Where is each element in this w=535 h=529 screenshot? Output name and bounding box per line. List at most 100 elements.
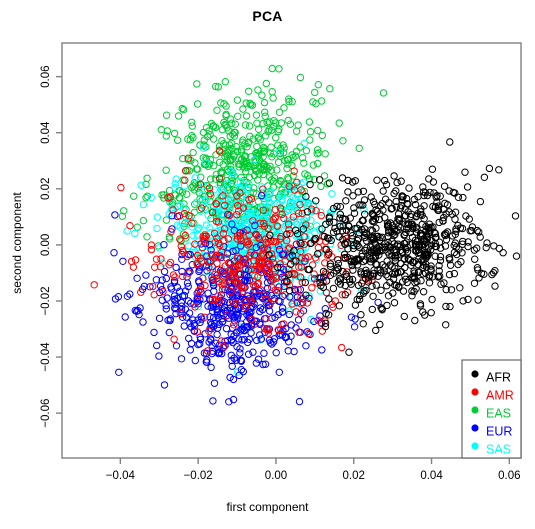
data-point-eas — [317, 97, 326, 105]
data-point-eas — [210, 135, 218, 143]
data-point-eas — [262, 79, 270, 88]
data-point-eas — [188, 118, 196, 127]
data-point-afr — [325, 295, 333, 303]
data-point-eas — [268, 88, 276, 96]
data-point-eur — [209, 397, 217, 405]
data-point-eas — [274, 158, 283, 167]
data-point-amr — [259, 185, 267, 193]
data-point-eas — [254, 86, 262, 94]
x-axis-label: first component — [226, 500, 309, 514]
data-point-eas — [335, 119, 343, 127]
data-point-eur — [254, 355, 263, 363]
data-point-eas — [239, 105, 247, 113]
data-point-afr — [377, 286, 385, 294]
x-tick-label: 0.04 — [420, 470, 443, 482]
data-point-eas — [292, 127, 301, 135]
data-point-eas — [191, 200, 199, 208]
data-point-eas — [286, 120, 295, 128]
data-point-eur — [133, 274, 141, 282]
data-point-eas — [252, 111, 261, 119]
y-tick-label: 0.00 — [40, 234, 52, 256]
data-point-afr — [393, 178, 401, 187]
data-point-afr — [485, 164, 494, 173]
data-point-afr — [399, 287, 408, 295]
data-point-afr — [476, 197, 485, 206]
data-point-eas — [296, 143, 304, 151]
data-point-eas — [221, 78, 230, 86]
data-point-afr — [445, 187, 453, 195]
data-point-eur — [247, 329, 255, 337]
data-point-amr — [131, 256, 140, 264]
data-point-eur — [272, 349, 280, 357]
data-point-eur — [162, 274, 171, 283]
data-point-eas — [242, 112, 251, 120]
data-point-eur — [172, 342, 181, 350]
data-point-eur — [347, 313, 356, 321]
data-point-sas — [328, 190, 336, 198]
data-point-eas — [193, 100, 202, 108]
data-point-eas — [157, 126, 166, 134]
data-point-afr — [480, 173, 489, 182]
data-point-eur — [153, 341, 161, 350]
data-point-eas — [302, 147, 311, 155]
data-point-afr — [474, 296, 482, 304]
data-point-afr — [379, 187, 387, 195]
data-point-eas — [311, 88, 319, 97]
data-point-sas — [158, 259, 167, 267]
data-point-eas — [339, 137, 347, 145]
data-point-eas — [275, 65, 283, 73]
y-tick-label: −0.04 — [40, 342, 52, 372]
data-point-afr — [512, 252, 521, 260]
y-axis-label: second component — [10, 192, 24, 294]
data-point-afr — [372, 281, 380, 289]
data-point-eas — [255, 125, 263, 134]
data-point-eas — [305, 118, 314, 126]
data-point-afr — [405, 184, 413, 192]
data-point-eas — [189, 148, 197, 157]
data-point-eas — [226, 115, 235, 123]
legend-label-eur: EUR — [486, 425, 512, 439]
data-point-afr — [411, 316, 419, 325]
data-point-eur — [260, 349, 268, 357]
data-point-eas — [379, 89, 388, 97]
data-point-sas — [172, 175, 180, 183]
data-point-eur — [165, 328, 174, 337]
pca-figure: PCA −0.04 −0.02 0.00 0.02 0.04 0.06 −0.06 −0.0… — [0, 0, 535, 529]
data-point-eur — [110, 249, 118, 257]
data-point-afr — [446, 138, 454, 146]
data-point-eur — [177, 355, 186, 363]
data-point-afr — [428, 295, 436, 304]
data-point-afr — [329, 228, 338, 237]
data-point-eas — [280, 104, 288, 112]
data-point-eas — [253, 142, 261, 151]
data-point-afr — [359, 320, 367, 328]
data-point-sas — [171, 183, 179, 192]
data-point-afr — [376, 320, 384, 329]
data-point-amr — [150, 291, 158, 299]
data-point-eas — [139, 216, 148, 225]
data-point-eas — [173, 136, 182, 144]
data-point-amr — [308, 284, 316, 292]
data-point-afr — [456, 284, 464, 292]
data-point-afr — [400, 312, 408, 321]
legend-marker-amr — [471, 388, 479, 396]
data-point-eur — [119, 257, 127, 265]
data-point-afr — [427, 309, 435, 317]
data-point-eur — [155, 314, 164, 323]
data-point-afr — [330, 218, 338, 227]
x-tick-label: 0.00 — [265, 470, 287, 482]
data-point-afr — [429, 178, 438, 186]
data-point-eas — [309, 161, 317, 169]
data-point-eas — [143, 233, 151, 241]
data-point-eas — [284, 116, 292, 125]
data-point-eas — [245, 87, 253, 96]
data-point-eas — [133, 223, 142, 231]
data-point-eas — [162, 216, 171, 224]
data-point-eas — [318, 131, 326, 140]
data-point-eas — [294, 121, 302, 129]
data-point-eur — [115, 368, 123, 376]
data-point-eur — [213, 330, 221, 339]
data-point-afr — [471, 255, 479, 263]
data-point-afr — [380, 176, 389, 185]
data-point-eas — [267, 143, 275, 151]
